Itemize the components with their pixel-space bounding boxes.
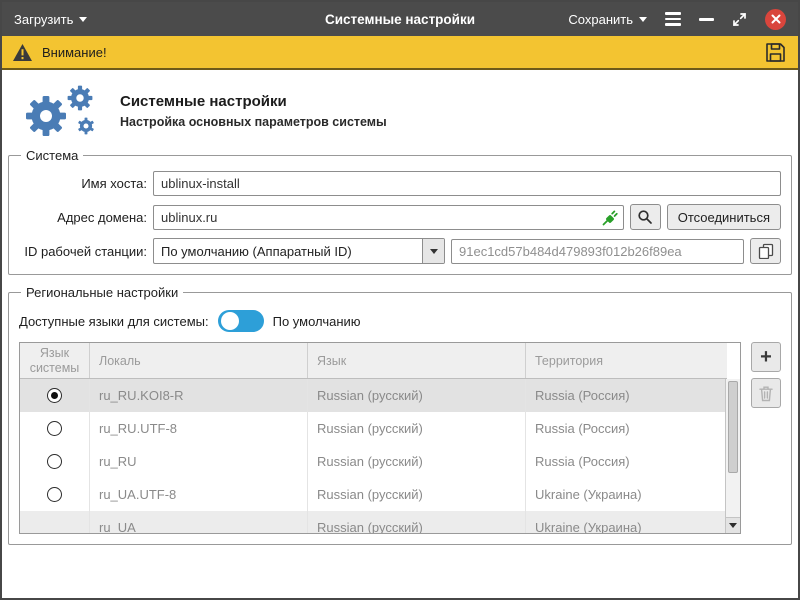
column-header-territory: Территория (526, 343, 727, 378)
station-id-selected-option: По умолчанию (Аппаратный ID) (154, 244, 422, 259)
toggle-knob (221, 312, 239, 330)
locale-cell: ru_UA.UTF-8 (90, 478, 308, 511)
station-id-row: ID рабочей станции: По умолчанию (Аппара… (19, 238, 781, 264)
domain-row: Адрес домена: Отсоединиться (19, 204, 781, 230)
station-id-select[interactable]: По умолчанию (Аппаратный ID) (153, 238, 445, 264)
page-subtitle: Настройка основных параметров системы (120, 115, 387, 129)
delete-language-button[interactable] (751, 378, 781, 408)
station-id-label: ID рабочей станции: (19, 244, 147, 259)
column-header-system-language: Язык системы (20, 343, 90, 378)
toggle-label: По умолчанию (273, 314, 361, 329)
chevron-down-icon (729, 523, 737, 528)
hostname-input[interactable] (153, 171, 781, 196)
domain-input[interactable] (153, 205, 624, 230)
locale-cell: ru_RU.KOI8-R (90, 379, 308, 412)
system-settings-window: Загрузить Системные настройки Сохранить (0, 0, 800, 600)
language-cell: Russian (русский) (308, 412, 526, 445)
locale-cell: ru_RU (90, 445, 308, 478)
chevron-down-icon (430, 249, 438, 254)
table-row[interactable]: ru_RU.KOI8-R Russian (русский) Russia (Р… (20, 379, 727, 412)
page-title: Системные настройки (120, 93, 387, 110)
load-button[interactable]: Загрузить (14, 12, 87, 27)
table-row[interactable]: ru_UA Russian (русский) Ukraine (Украина… (20, 511, 727, 534)
regional-section: Региональные настройки Доступные языки д… (8, 285, 792, 545)
warning-text: Внимание! (42, 45, 107, 60)
close-icon (771, 14, 781, 24)
table-actions: + (751, 342, 781, 408)
table-header: Язык системы Локаль Язык Территория (20, 343, 727, 379)
expand-arrows-icon (732, 12, 747, 27)
plus-icon: + (760, 347, 772, 367)
locale-cell: ru_UA (90, 511, 308, 534)
search-domain-button[interactable] (630, 204, 661, 230)
menu-button[interactable] (665, 12, 681, 26)
chevron-down-icon (639, 17, 647, 22)
system-language-radio[interactable] (47, 487, 62, 502)
territory-cell: Russia (Россия) (526, 379, 727, 412)
hamburger-icon (665, 12, 681, 15)
scrollbar-down-button[interactable] (726, 517, 740, 533)
minimize-button[interactable] (699, 18, 714, 21)
warning-bar: Внимание! (2, 36, 798, 70)
system-language-radio[interactable] (47, 454, 62, 469)
add-language-button[interactable]: + (751, 342, 781, 372)
chevron-down-icon (79, 17, 87, 22)
window-title: Системные настройки (325, 12, 475, 27)
locales-table-area: Язык системы Локаль Язык Территория ru_R… (19, 342, 781, 534)
vertical-scrollbar[interactable] (725, 379, 740, 533)
floppy-disk-icon (765, 42, 786, 63)
hostname-label: Имя хоста: (19, 176, 147, 191)
domain-label: Адрес домена: (19, 210, 147, 225)
hostname-row: Имя хоста: (19, 171, 781, 196)
territory-cell: Russia (Россия) (526, 445, 727, 478)
empty-area (2, 555, 798, 598)
table-row[interactable]: ru_RU Russian (русский) Russia (Россия) (20, 445, 727, 478)
table-row[interactable]: ru_RU.UTF-8 Russian (русский) Russia (Ро… (20, 412, 727, 445)
trash-icon (758, 385, 774, 402)
table-row[interactable]: ru_UA.UTF-8 Russian (русский) Ukraine (У… (20, 478, 727, 511)
language-cell: Russian (русский) (308, 379, 526, 412)
territory-cell: Ukraine (Украина) (526, 511, 727, 534)
territory-cell: Ukraine (Украина) (526, 478, 727, 511)
default-language-toggle[interactable] (218, 310, 264, 332)
copy-icon (758, 243, 774, 259)
station-id-value-field[interactable] (451, 239, 744, 264)
language-cell: Russian (русский) (308, 511, 526, 534)
system-language-radio[interactable] (47, 388, 62, 403)
territory-cell: Russia (Россия) (526, 412, 727, 445)
language-cell: Russian (русский) (308, 478, 526, 511)
column-header-locale: Локаль (90, 343, 308, 378)
save-button[interactable]: Сохранить (568, 12, 647, 27)
system-section-legend: Система (21, 148, 83, 163)
search-icon (637, 209, 653, 225)
close-button[interactable] (765, 9, 786, 30)
warning-icon (12, 43, 33, 62)
languages-toggle-row: Доступные языки для системы: По умолчани… (19, 310, 781, 332)
page-header: Системные настройки Настройка основных п… (2, 70, 798, 148)
maximize-button[interactable] (732, 12, 747, 27)
system-language-radio[interactable] (47, 421, 62, 436)
load-button-label: Загрузить (14, 12, 73, 27)
combo-dropdown-button[interactable] (422, 239, 444, 263)
save-file-button[interactable] (763, 40, 788, 65)
gears-icon (16, 82, 104, 140)
save-button-label: Сохранить (568, 12, 633, 27)
locale-cell: ru_RU.UTF-8 (90, 412, 308, 445)
languages-label: Доступные языки для системы: (19, 314, 209, 329)
system-section: Система Имя хоста: Адрес домена: (8, 148, 792, 275)
copy-id-button[interactable] (750, 238, 781, 264)
regional-section-legend: Региональные настройки (21, 285, 183, 300)
disconnect-button[interactable]: Отсоединиться (667, 204, 781, 230)
column-header-language: Язык (308, 343, 526, 378)
language-cell: Russian (русский) (308, 445, 526, 478)
scrollbar-thumb[interactable] (728, 381, 738, 473)
locales-table: Язык системы Локаль Язык Территория ru_R… (19, 342, 741, 534)
titlebar: Загрузить Системные настройки Сохранить (2, 2, 798, 36)
